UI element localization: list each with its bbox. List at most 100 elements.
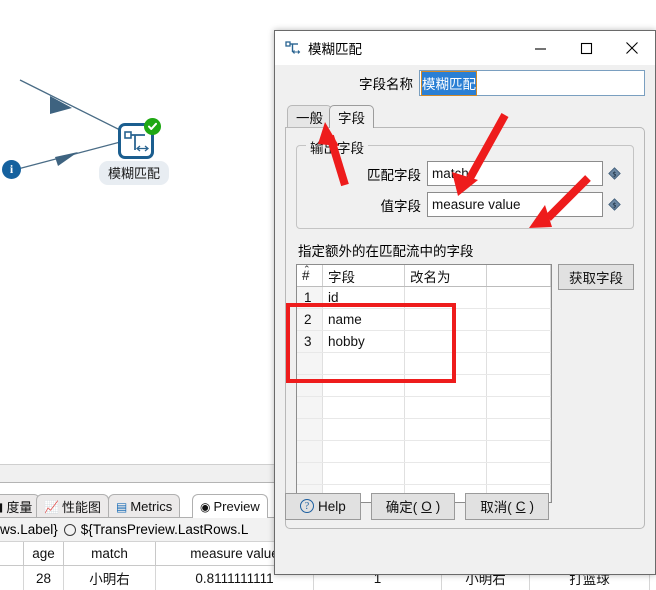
cell-index[interactable] [297, 441, 323, 462]
match-field-input[interactable]: match [427, 161, 603, 186]
extra-fields-table-header: ⌃ # 字段 改名为 [297, 265, 551, 287]
ok-label: 确定( [385, 500, 418, 515]
cell-field[interactable] [323, 419, 405, 440]
output-fields-group-title: 输出字段 [306, 137, 368, 157]
dialog-title-bar[interactable]: 模糊匹配 [275, 31, 655, 66]
tab-performance-chart[interactable]: 📈 性能图 [36, 494, 109, 518]
tab-label: Metrics [130, 499, 173, 514]
variable-diamond-icon[interactable]: $ [603, 167, 625, 180]
col-header-rename[interactable]: 改名为 [405, 265, 487, 286]
cell-rename[interactable] [405, 331, 487, 352]
value-field-row: 值字段 measure value $ [305, 191, 625, 218]
cell-index[interactable]: 1 [297, 287, 323, 308]
get-fields-button[interactable]: 获取字段 [558, 264, 634, 290]
svg-text:$: $ [612, 170, 616, 178]
minimize-icon [534, 47, 546, 50]
cancel-tail: ) [529, 498, 535, 514]
tab-fields[interactable]: 字段 [329, 105, 374, 128]
cell-field[interactable]: id [323, 287, 405, 308]
table-row[interactable] [297, 353, 551, 375]
extra-fields-area: ⌃ # 字段 改名为 1 id 2 name 3 hobby 获取字段 [296, 264, 634, 503]
preview-col-match: match [64, 542, 156, 565]
help-button[interactable]: ? Help [285, 492, 361, 520]
match-field-value: match [432, 166, 469, 181]
cancel-button[interactable]: 取消(C) [465, 492, 550, 520]
match-field-row: 匹配字段 match $ [305, 160, 625, 187]
ok-button[interactable]: 确定(O) [370, 492, 456, 520]
cell-field[interactable] [323, 353, 405, 374]
col-header-field[interactable]: 字段 [323, 265, 405, 286]
preview-col-rownum [0, 542, 24, 565]
variable-diamond-icon[interactable]: $ [603, 198, 625, 211]
cell-rename[interactable] [405, 375, 487, 396]
preview-eye-icon: ◉ [200, 499, 211, 514]
col-header-index[interactable]: ⌃ # [297, 265, 323, 286]
table-row[interactable] [297, 397, 551, 419]
info-icon[interactable]: i [2, 160, 21, 179]
table-row[interactable] [297, 375, 551, 397]
step-label: 模糊匹配 [99, 161, 170, 185]
radio-button-unchecked[interactable] [63, 523, 76, 536]
value-field-value: measure value [432, 197, 521, 212]
extra-fields-rows: 1 id 2 name 3 hobby [297, 287, 551, 502]
tab-metrics[interactable]: ▤ Metrics [108, 494, 181, 518]
cell-extra[interactable] [487, 463, 551, 484]
cell-rename[interactable] [405, 353, 487, 374]
extra-fields-section-label: 指定额外的在匹配流中的字段 [298, 244, 474, 259]
cell-field[interactable] [323, 375, 405, 396]
screen-root: 模糊匹配 i ◨ 度量 📈 性能图 ▤ Metrics ◉ Preview [0, 0, 656, 590]
cell-field[interactable]: hobby [323, 331, 405, 352]
cell-extra[interactable] [487, 331, 551, 352]
cell-extra[interactable] [487, 287, 551, 308]
field-name-value: 模糊匹配 [421, 70, 477, 96]
cell-rename[interactable] [405, 287, 487, 308]
maximize-icon [580, 42, 592, 54]
tab-preview[interactable]: ◉ Preview [192, 494, 268, 518]
cell-field[interactable]: name [323, 309, 405, 330]
field-name-input[interactable]: 模糊匹配 [419, 70, 645, 96]
table-row[interactable] [297, 419, 551, 441]
metrics-gauge-icon: ◨ [0, 501, 3, 513]
ok-tail: ) [435, 498, 441, 514]
col-header-extra[interactable] [487, 265, 551, 286]
cell-extra[interactable] [487, 353, 551, 374]
maximize-button[interactable] [563, 31, 609, 65]
cell-index[interactable] [297, 397, 323, 418]
cell-field[interactable] [323, 441, 405, 462]
cell-rename[interactable] [405, 441, 487, 462]
dialog-tab-bar: 一般 字段 [287, 104, 645, 128]
cell-extra[interactable] [487, 441, 551, 462]
cell-field[interactable] [323, 463, 405, 484]
dialog-title: 模糊匹配 [308, 42, 362, 57]
cell-rename[interactable] [405, 397, 487, 418]
cell-index[interactable] [297, 353, 323, 374]
cell-rename[interactable] [405, 419, 487, 440]
close-button[interactable] [609, 31, 655, 65]
cell-extra[interactable] [487, 375, 551, 396]
value-field-input[interactable]: measure value [427, 192, 603, 217]
cell-extra[interactable] [487, 419, 551, 440]
dialog-button-bar: ? Help 确定(O) 取消(C) [275, 483, 655, 529]
table-row[interactable]: 1 id [297, 287, 551, 309]
cell-extra[interactable] [487, 309, 551, 330]
cancel-mnemonic: C [515, 498, 526, 514]
cancel-label: 取消( [480, 500, 512, 515]
table-row[interactable]: 3 hobby [297, 331, 551, 353]
cell-rename[interactable] [405, 309, 487, 330]
tab-general[interactable]: 一般 [287, 105, 332, 128]
cell-index[interactable]: 3 [297, 331, 323, 352]
cell-extra[interactable] [487, 397, 551, 418]
table-row[interactable] [297, 463, 551, 485]
cell-rename[interactable] [405, 463, 487, 484]
cell-index[interactable]: 2 [297, 309, 323, 330]
table-row[interactable]: 2 name [297, 309, 551, 331]
cell-index[interactable] [297, 375, 323, 396]
preview-col-age: age [24, 542, 64, 565]
cell-field[interactable] [323, 397, 405, 418]
minimize-button[interactable] [517, 31, 563, 65]
table-row[interactable] [297, 441, 551, 463]
cell-index[interactable] [297, 463, 323, 484]
tab-metrics-gauge[interactable]: ◨ 度量 [0, 494, 41, 518]
extra-fields-table[interactable]: ⌃ # 字段 改名为 1 id 2 name 3 hobby [296, 264, 552, 503]
cell-index[interactable] [297, 419, 323, 440]
